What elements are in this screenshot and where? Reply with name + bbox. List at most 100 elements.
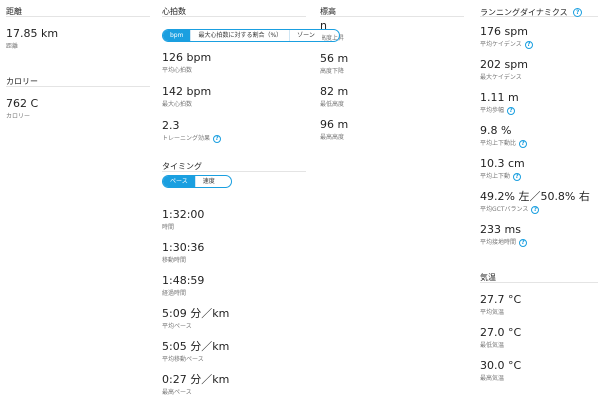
timing-toggle-speed[interactable]: 速度 — [194, 176, 222, 187]
stat-label: 高度上昇 — [320, 35, 345, 42]
min-elevation-stat: 82 m 最低高度 — [320, 85, 464, 109]
timing-mode-toggle: ペース 速度 — [162, 175, 232, 188]
running-dynamics-column: ランニングダイナミクス ? 176 spm 平均ケイデンス ? 202 spm … — [480, 0, 598, 382]
ground-contact-time-stat: 233 ms 平均接地時間 ? — [480, 223, 598, 247]
help-icon[interactable]: ? — [519, 239, 528, 247]
training-effect-stat: 2.3 トレーニング効果 ? — [162, 119, 306, 143]
stat-value: 233 ms — [480, 223, 521, 236]
help-icon[interactable]: ? — [507, 107, 516, 115]
vertical-oscillation-stat: 10.3 cm 平均上下動 ? — [480, 157, 598, 181]
help-icon[interactable]: ? — [513, 173, 522, 181]
stat-label: 平均上下動比 — [480, 140, 517, 147]
stat-label: 平均心拍数 — [162, 67, 193, 74]
timing-section-title: タイミング — [162, 155, 306, 172]
stat-label: 移動時間 — [162, 257, 187, 264]
stat-value: 1:30:36 — [162, 241, 205, 254]
stat-value: 5:09 分／km — [162, 307, 230, 320]
stat-value: 1:32:00 — [162, 208, 205, 221]
stat-value: 30.0 °C — [480, 359, 522, 372]
stat-value: n — [320, 19, 327, 32]
stat-label: 平均歩幅 — [480, 107, 505, 114]
stat-value: 9.8 % — [480, 124, 512, 137]
stat-value: 5:05 分／km — [162, 340, 230, 353]
stat-value: 1.11 m — [480, 91, 519, 104]
stat-label: 最大心拍数 — [162, 101, 193, 108]
distance-section-title: 距離 — [6, 0, 150, 17]
stat-label: 最高ペース — [162, 389, 192, 396]
avg-hr-stat: 126 bpm 平均心拍数 — [162, 51, 306, 75]
stat-value: 1:48:59 — [162, 274, 205, 287]
stat-value: 10.3 cm — [480, 157, 525, 170]
stat-value: 56 m — [320, 52, 349, 65]
stat-value: 82 m — [320, 85, 349, 98]
stat-value: 202 spm — [480, 58, 528, 71]
hr-toggle-percent-max[interactable]: 最大心拍数に対する割合（%） — [190, 30, 290, 41]
elevation-loss-stat: 56 m 高度下降 — [320, 52, 464, 76]
best-pace-stat: 0:27 分／km 最高ペース — [162, 373, 306, 397]
avg-cadence-stat: 176 spm 平均ケイデンス ? — [480, 25, 598, 49]
stat-label: 平均移動ペース — [162, 356, 204, 363]
calories-section-title: カロリー — [6, 70, 150, 87]
stat-label: 最高高度 — [320, 134, 345, 141]
stat-label: カロリー — [6, 113, 31, 120]
max-temperature-stat: 30.0 °C 最高気温 — [480, 359, 598, 383]
stat-value: 49.2% 左／50.8% 右 — [480, 190, 590, 203]
stat-label: 最高気温 — [480, 375, 505, 382]
stat-label: 経過時間 — [162, 290, 187, 297]
avg-temperature-stat: 27.7 °C 平均気温 — [480, 293, 598, 317]
max-cadence-stat: 202 spm 最大ケイデンス — [480, 58, 598, 82]
stat-value: 17.85 km — [6, 27, 59, 40]
max-elevation-stat: 96 m 最高高度 — [320, 118, 464, 142]
heart-rate-unit-toggle: bpm 最大心拍数に対する割合（%） ゾーン — [162, 29, 340, 42]
stat-label: 時間 — [162, 224, 175, 231]
stat-label: 平均接地時間 — [480, 239, 517, 246]
stat-label: 平均ケイデンス — [480, 41, 522, 48]
help-icon[interactable]: ? — [213, 135, 222, 143]
stat-label: 平均GCTバランス — [480, 206, 529, 213]
running-dynamics-section-title: ランニングダイナミクス — [480, 8, 568, 17]
help-icon[interactable]: ? — [519, 140, 528, 148]
time-stat: 1:32:00 時間 — [162, 208, 306, 232]
stat-value: 142 bpm — [162, 85, 212, 98]
stat-value: 2.3 — [162, 119, 180, 132]
calories-stat: 762 C カロリー — [6, 97, 150, 121]
stat-label: トレーニング効果 — [162, 135, 211, 142]
stat-label: 平均ペース — [162, 323, 192, 330]
stat-label: 高度下降 — [320, 68, 345, 75]
gct-balance-stat: 49.2% 左／50.8% 右 平均GCTバランス ? — [480, 190, 598, 214]
hr-toggle-zones[interactable]: ゾーン — [289, 30, 322, 41]
summary-column: 距離 17.85 km 距離 カロリー 762 C カロリー — [6, 0, 150, 120]
stat-label: 最大ケイデンス — [480, 74, 522, 81]
avg-pace-stat: 5:09 分／km 平均ペース — [162, 307, 306, 331]
stat-label: 平均気温 — [480, 309, 505, 316]
elevation-column: 標高 n 高度上昇 56 m 高度下降 82 m 最低高度 96 m 最高高度 — [320, 0, 464, 141]
stat-value: 96 m — [320, 118, 349, 131]
avg-stride-stat: 1.11 m 平均歩幅 ? — [480, 91, 598, 115]
stat-value: 176 spm — [480, 25, 528, 38]
stat-label: 最低気温 — [480, 342, 505, 349]
stat-value: 27.7 °C — [480, 293, 522, 306]
help-icon[interactable]: ? — [573, 8, 583, 17]
max-hr-stat: 142 bpm 最大心拍数 — [162, 85, 306, 109]
heart-rate-timing-column: 心拍数 bpm 最大心拍数に対する割合（%） ゾーン 126 bpm 平均心拍数… — [162, 0, 340, 397]
elapsed-time-stat: 1:48:59 経過時間 — [162, 274, 306, 298]
vertical-ratio-stat: 9.8 % 平均上下動比 ? — [480, 124, 598, 148]
temperature-section-title: 気温 — [480, 266, 598, 283]
help-icon[interactable]: ? — [531, 206, 540, 214]
timing-toggle-pace[interactable]: ペース — [163, 176, 195, 187]
stat-label: 平均上下動 — [480, 173, 511, 180]
elevation-section-title: 標高 — [320, 0, 464, 17]
distance-stat: 17.85 km 距離 — [6, 27, 150, 51]
help-icon[interactable]: ? — [524, 41, 533, 49]
stat-value: 762 C — [6, 97, 39, 110]
stat-value: 0:27 分／km — [162, 373, 230, 386]
moving-time-stat: 1:30:36 移動時間 — [162, 241, 306, 265]
min-temperature-stat: 27.0 °C 最低気温 — [480, 326, 598, 350]
stat-value: 126 bpm — [162, 51, 212, 64]
stat-label: 最低高度 — [320, 101, 345, 108]
stat-value: 27.0 °C — [480, 326, 522, 339]
avg-moving-pace-stat: 5:05 分／km 平均移動ペース — [162, 340, 306, 364]
hr-toggle-bpm[interactable]: bpm — [163, 30, 191, 41]
heart-rate-section-title: 心拍数 — [162, 0, 306, 17]
elevation-gain-stat: n 高度上昇 — [320, 19, 464, 43]
